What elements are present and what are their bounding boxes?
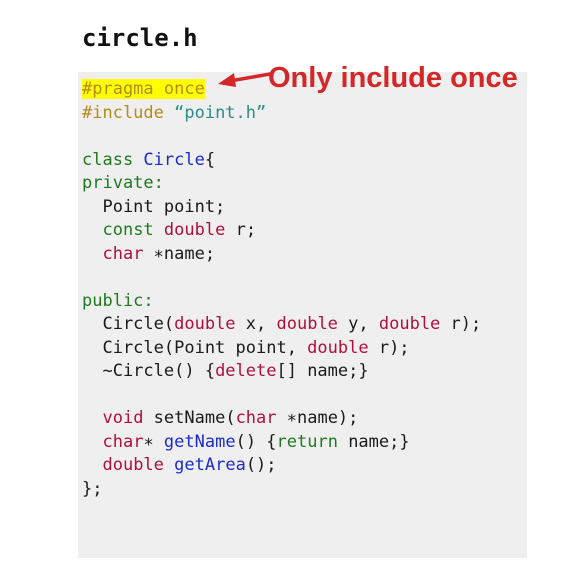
code-token: r); — [440, 314, 482, 334]
code-token: Circle(Point point, — [82, 337, 308, 358]
code-token: double — [174, 314, 236, 334]
code-token: double — [276, 314, 338, 334]
code-token: getArea — [174, 455, 246, 475]
code-token: y, — [337, 314, 379, 334]
code-token: x, — [235, 314, 277, 334]
code-token: getName — [163, 431, 236, 452]
code-line: private: — [82, 172, 481, 196]
code-token: char — [102, 243, 144, 264]
arrow-left-icon — [218, 72, 272, 87]
code-token: ∗ — [143, 431, 164, 452]
code-token: ~Circle() { — [82, 361, 216, 381]
file-title: circle.h — [82, 24, 198, 52]
code-token: return — [276, 431, 338, 452]
code-token: ∗name); — [276, 408, 359, 428]
code-token: private: — [82, 173, 164, 193]
code-line: Circle(double x, double y, double r); — [82, 313, 481, 337]
code-token: #pragma once — [82, 79, 205, 99]
code-token: double — [307, 337, 369, 358]
code-token: public: — [82, 290, 154, 311]
code-token: double — [163, 220, 226, 240]
code-line: char ∗name; — [82, 243, 481, 267]
code-line: double getArea(); — [82, 454, 481, 478]
code-line: Circle(Point point, double r); — [82, 337, 481, 361]
code-token: r; — [225, 220, 257, 240]
code-line: public: — [82, 290, 481, 314]
code-line: const double r; — [82, 219, 481, 243]
code-token: { — [204, 149, 216, 170]
code-token: name;} — [337, 431, 410, 452]
code-line: #include “point.h” — [82, 102, 481, 126]
code-token: double — [102, 455, 164, 475]
code-token: “point.h” — [174, 102, 267, 123]
code-token: char — [102, 431, 144, 452]
code-token: char — [235, 408, 277, 428]
code-token: Point point; — [82, 196, 226, 217]
code-line: class Circle{ — [82, 149, 481, 173]
code-token: delete — [215, 361, 277, 381]
code-token: class — [82, 149, 144, 170]
code-token: setName( — [143, 408, 236, 428]
code-line: ~Circle() {delete[] name;} — [82, 360, 481, 384]
code-line: Point point; — [82, 196, 481, 220]
code-token: (); — [245, 455, 277, 475]
code-token: [] name;} — [276, 361, 369, 381]
code-token: void — [102, 408, 144, 428]
code-token: Circle — [143, 149, 205, 170]
code-token: () { — [235, 431, 277, 452]
code-token: const — [102, 220, 154, 240]
code-line: void setName(char ∗name); — [82, 407, 481, 431]
code-token: }; — [82, 478, 103, 499]
code-token: #include — [82, 102, 175, 123]
code-token: double — [378, 314, 441, 334]
code-block: #pragma once #include “point.h” class Cir… — [82, 78, 481, 501]
code-token: ∗name; — [143, 243, 216, 264]
code-line: char∗ getName() {return name;} — [82, 431, 481, 455]
code-token: Circle( — [82, 314, 175, 334]
annotation-label: Only include once — [268, 62, 518, 94]
code-token: r); — [368, 337, 410, 358]
code-line: }; — [82, 478, 481, 502]
